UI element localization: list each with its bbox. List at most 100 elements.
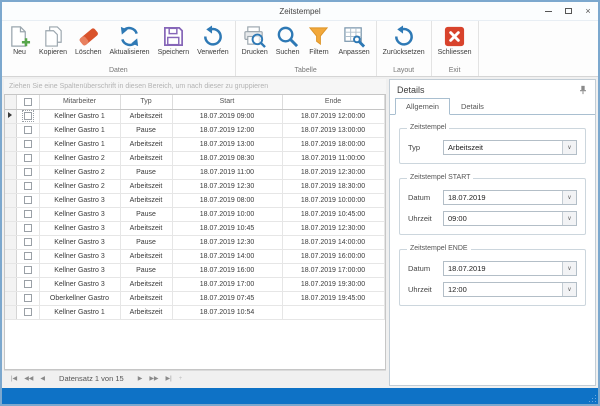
row-checkbox[interactable] [24, 168, 32, 176]
cell-start[interactable]: 18.07.2019 07:45 [172, 291, 282, 305]
start-datum-dropdown-button[interactable]: ∨ [562, 191, 576, 204]
row-checkbox[interactable] [24, 154, 32, 162]
cell-ende[interactable]: 18.07.2019 19:45:00 [282, 291, 384, 305]
ende-uhrzeit-picker[interactable]: 12:00 ∨ [443, 282, 577, 297]
cell-ende[interactable]: 18.07.2019 19:30:00 [282, 277, 384, 291]
table-row[interactable]: Oberkellner Gastro Arbeitszeit 18.07.201… [5, 291, 384, 305]
ende-datum-dropdown-button[interactable]: ∨ [562, 262, 576, 275]
table-row[interactable]: Kellner Gastro 1 Arbeitszeit 18.07.2019 … [5, 137, 384, 151]
cell-typ[interactable]: Arbeitszeit [120, 221, 172, 235]
aktualisieren-button[interactable]: Aktualisieren [106, 24, 154, 57]
table-row[interactable]: Kellner Gastro 1 Arbeitszeit 18.07.2019 … [5, 305, 384, 319]
cell-mitarbeiter[interactable]: Kellner Gastro 1 [39, 137, 120, 151]
ende-datum-picker[interactable]: 18.07.2019 ∨ [443, 261, 577, 276]
cell-mitarbeiter[interactable]: Kellner Gastro 2 [39, 179, 120, 193]
cell-start[interactable]: 18.07.2019 17:00 [172, 277, 282, 291]
table-row[interactable]: Kellner Gastro 2 Arbeitszeit 18.07.2019 … [5, 179, 384, 193]
cell-typ[interactable]: Arbeitszeit [120, 193, 172, 207]
cell-typ[interactable]: Pause [120, 123, 172, 137]
row-checkbox-cell[interactable] [16, 277, 39, 291]
cell-typ[interactable]: Pause [120, 263, 172, 277]
table-row[interactable]: Kellner Gastro 3 Arbeitszeit 18.07.2019 … [5, 277, 384, 291]
row-checkbox[interactable] [24, 182, 32, 190]
row-checkbox[interactable] [24, 266, 32, 274]
nav-prev-page-button[interactable]: ◀◀ [21, 375, 36, 382]
row-checkbox[interactable] [24, 294, 32, 302]
cell-ende[interactable]: 18.07.2019 12:30:00 [282, 221, 384, 235]
cell-start[interactable]: 18.07.2019 09:00 [172, 109, 282, 123]
cell-ende[interactable]: 18.07.2019 12:00:00 [282, 109, 384, 123]
cell-start[interactable]: 18.07.2019 08:30 [172, 151, 282, 165]
cell-start[interactable]: 18.07.2019 12:00 [172, 123, 282, 137]
column-header-mitarbeiter[interactable]: Mitarbeiter [39, 95, 120, 109]
row-checkbox-cell[interactable] [16, 291, 39, 305]
row-checkbox[interactable] [24, 196, 32, 204]
cell-start[interactable]: 18.07.2019 10:45 [172, 221, 282, 235]
row-checkbox-cell[interactable] [16, 263, 39, 277]
row-checkbox[interactable] [24, 252, 32, 260]
row-checkbox[interactable] [24, 238, 32, 246]
cell-start[interactable]: 18.07.2019 12:30 [172, 179, 282, 193]
cell-ende[interactable]: 18.07.2019 13:00:00 [282, 123, 384, 137]
cell-mitarbeiter[interactable]: Kellner Gastro 3 [39, 249, 120, 263]
cell-ende[interactable]: 18.07.2019 12:30:00 [282, 165, 384, 179]
cell-ende[interactable]: 18.07.2019 17:00:00 [282, 263, 384, 277]
row-checkbox-cell[interactable] [16, 193, 39, 207]
cell-typ[interactable]: Arbeitszeit [120, 305, 172, 319]
start-uhrzeit-picker[interactable]: 09:00 ∨ [443, 211, 577, 226]
row-checkbox-cell[interactable] [16, 137, 39, 151]
cell-mitarbeiter[interactable]: Kellner Gastro 2 [39, 165, 120, 179]
table-row[interactable]: Kellner Gastro 3 Arbeitszeit 18.07.2019 … [5, 221, 384, 235]
row-checkbox-cell[interactable] [16, 151, 39, 165]
group-by-panel[interactable]: Ziehen Sie eine Spaltenüberschrift in di… [4, 79, 386, 94]
row-checkbox[interactable] [24, 308, 32, 316]
cell-ende[interactable]: 18.07.2019 18:00:00 [282, 137, 384, 151]
select-all-checkbox-header[interactable] [16, 95, 39, 109]
cell-start[interactable]: 18.07.2019 11:00 [172, 165, 282, 179]
row-checkbox[interactable] [24, 126, 32, 134]
cell-typ[interactable]: Arbeitszeit [120, 137, 172, 151]
cell-typ[interactable]: Pause [120, 235, 172, 249]
table-row[interactable]: Kellner Gastro 2 Pause 18.07.2019 11:00 … [5, 165, 384, 179]
cell-typ[interactable]: Arbeitszeit [120, 151, 172, 165]
cell-typ[interactable]: Arbeitszeit [120, 277, 172, 291]
table-row[interactable]: Kellner Gastro 3 Arbeitszeit 18.07.2019 … [5, 193, 384, 207]
column-header-ende[interactable]: Ende [282, 95, 384, 109]
nav-next-button[interactable]: ▶ [135, 375, 146, 382]
cell-typ[interactable]: Arbeitszeit [120, 109, 172, 123]
cell-ende[interactable]: 18.07.2019 14:00:00 [282, 235, 384, 249]
column-header-start[interactable]: Start [172, 95, 282, 109]
ende-uhrzeit-dropdown-button[interactable]: ∨ [562, 283, 576, 296]
cell-mitarbeiter[interactable]: Kellner Gastro 3 [39, 221, 120, 235]
cell-mitarbeiter[interactable]: Kellner Gastro 3 [39, 277, 120, 291]
filtern-button[interactable]: Filtern [303, 24, 334, 57]
anpassen-button[interactable]: Anpassen [334, 24, 373, 57]
row-checkbox-cell[interactable] [16, 235, 39, 249]
typ-combobox[interactable]: Arbeitszeit ∨ [443, 140, 577, 155]
cell-mitarbeiter[interactable]: Kellner Gastro 2 [39, 151, 120, 165]
cell-ende[interactable]: 18.07.2019 16:00:00 [282, 249, 384, 263]
cell-mitarbeiter[interactable]: Kellner Gastro 3 [39, 207, 120, 221]
row-checkbox-cell[interactable] [16, 109, 39, 123]
select-all-checkbox[interactable] [24, 98, 32, 106]
row-checkbox-cell[interactable] [16, 207, 39, 221]
row-checkbox-cell[interactable] [16, 249, 39, 263]
cell-ende[interactable] [282, 305, 384, 319]
table-row[interactable]: Kellner Gastro 2 Arbeitszeit 18.07.2019 … [5, 151, 384, 165]
neu-button[interactable]: Neu [4, 24, 35, 57]
typ-dropdown-button[interactable]: ∨ [562, 141, 576, 154]
row-checkbox[interactable] [24, 140, 32, 148]
cell-start[interactable]: 18.07.2019 14:00 [172, 249, 282, 263]
nav-last-button[interactable]: ▶| [163, 375, 175, 382]
cell-typ[interactable]: Pause [120, 207, 172, 221]
table-row[interactable]: Kellner Gastro 3 Pause 18.07.2019 10:00 … [5, 207, 384, 221]
cell-start[interactable]: 18.07.2019 10:00 [172, 207, 282, 221]
row-checkbox[interactable] [24, 210, 32, 218]
cell-start[interactable]: 18.07.2019 13:00 [172, 137, 282, 151]
cell-mitarbeiter[interactable]: Kellner Gastro 3 [39, 263, 120, 277]
cell-ende[interactable]: 18.07.2019 18:30:00 [282, 179, 384, 193]
nav-append-button[interactable]: + [176, 376, 186, 382]
resize-grip-icon[interactable] [595, 401, 596, 402]
start-uhrzeit-dropdown-button[interactable]: ∨ [562, 212, 576, 225]
row-checkbox[interactable] [24, 112, 32, 120]
